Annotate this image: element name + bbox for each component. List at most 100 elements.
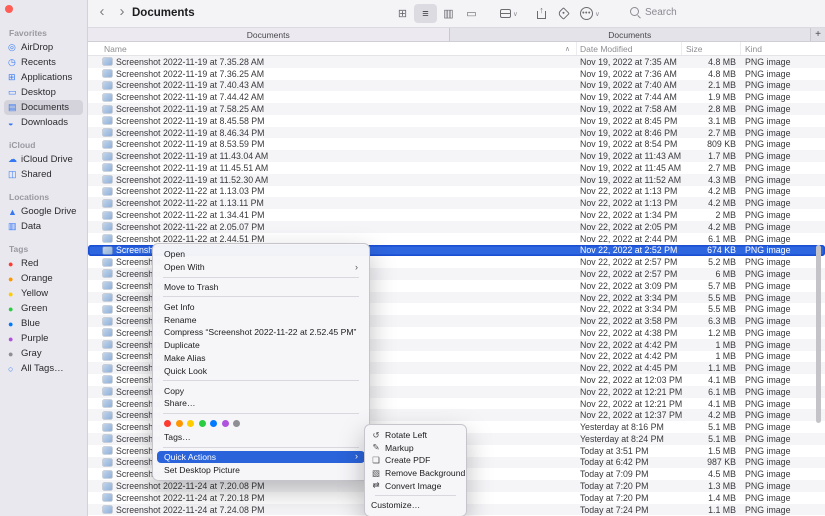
sidebar-item-green[interactable]: ●Green	[4, 301, 83, 316]
sidebar-item-label: Orange	[21, 273, 53, 284]
menu-item-quick-actions[interactable]: Quick Actions›	[157, 451, 365, 464]
file-kind: PNG image	[741, 234, 825, 244]
table-row[interactable]: Screenshot 2022-11-22 at 1.13.11 PMNov 2…	[88, 197, 825, 209]
tag-color-dot[interactable]	[210, 420, 217, 427]
sidebar-item-applications[interactable]: ⊞Applications	[4, 70, 83, 85]
traffic-light-close-button[interactable]	[5, 5, 13, 13]
menu-item-set-desktop-picture[interactable]: Set Desktop Picture	[157, 463, 365, 476]
sidebar-item-google-drive[interactable]: ▲Google Drive	[4, 204, 83, 219]
table-row[interactable]: Screenshot 2022-11-19 at 11.43.04 AMNov …	[88, 150, 825, 162]
column-header-date-modified[interactable]: Date Modified	[577, 42, 682, 55]
more-actions-button[interactable]: •••∨	[580, 4, 600, 23]
gallery-view-button[interactable]: ▭	[460, 4, 483, 23]
tag-color-dot[interactable]	[164, 420, 171, 427]
table-row[interactable]: Screenshot 2022-11-19 at 8.45.58 PMNov 1…	[88, 115, 825, 127]
search-field[interactable]: Search	[630, 7, 677, 18]
submenu-item-create-pdf[interactable]: ❏Create PDF	[365, 454, 466, 467]
submenu-item-markup[interactable]: ✎Markup	[365, 442, 466, 455]
sidebar-item-airdrop[interactable]: ◎AirDrop	[4, 40, 83, 55]
file-size: 4.8 MB	[682, 57, 741, 67]
sidebar-item-orange[interactable]: ●Orange	[4, 271, 83, 286]
menu-item-open-with[interactable]: Open With›	[157, 261, 365, 274]
sidebar-item-recents[interactable]: ◷Recents	[4, 55, 83, 70]
file-size: 674 KB	[682, 245, 741, 255]
sidebar-item-desktop[interactable]: ▭Desktop	[4, 85, 83, 100]
sidebar-item-purple[interactable]: ●Purple	[4, 331, 83, 346]
back-button[interactable]: ‹	[94, 3, 110, 20]
table-row[interactable]: Screenshot 2022-11-22 at 1.13.03 PMNov 2…	[88, 186, 825, 198]
tab-documents-1[interactable]: Documents	[88, 28, 450, 41]
table-row[interactable]: Screenshot 2022-11-19 at 8.46.34 PMNov 1…	[88, 127, 825, 139]
sidebar-item-yellow[interactable]: ●Yellow	[4, 286, 83, 301]
menu-item-open[interactable]: Open	[157, 248, 365, 261]
submenu-item-remove-background[interactable]: ▧Remove Background	[365, 467, 466, 480]
table-row[interactable]: Screenshot 2022-11-22 at 2.05.07 PMNov 2…	[88, 221, 825, 233]
menu-item-label: Compress “Screenshot 2022-11-22 at 2.52.…	[164, 327, 356, 337]
table-row[interactable]: Screenshot 2022-11-19 at 7.35.28 AMNov 1…	[88, 56, 825, 68]
menu-item-share[interactable]: Share…	[157, 397, 365, 410]
file-date-modified: Nov 19, 2022 at 11:43 AM	[577, 151, 682, 161]
table-row[interactable]: Screenshot 2022-11-19 at 7.58.25 AMNov 1…	[88, 103, 825, 115]
tab-documents-2[interactable]: Documents	[450, 28, 812, 41]
sidebar-item-gray[interactable]: ●Gray	[4, 346, 83, 361]
menu-item-tags[interactable]: Tags…	[157, 431, 365, 444]
tag-color-dot[interactable]	[199, 420, 206, 427]
sidebar-item-label: Gray	[21, 348, 42, 359]
column-view-button[interactable]: ▥	[437, 4, 460, 23]
menu-item-quick-look[interactable]: Quick Look	[157, 364, 365, 377]
submenu-item-convert-image[interactable]: ⇄Convert Image	[365, 479, 466, 492]
table-row[interactable]: Screenshot 2022-11-19 at 11.45.51 AMNov …	[88, 162, 825, 174]
icon-view-button[interactable]: ⊞	[391, 4, 414, 23]
file-thumbnail-icon	[103, 70, 112, 77]
group-by-button[interactable]: ∨	[500, 4, 518, 23]
sidebar-item-shared[interactable]: ◫Shared	[4, 167, 83, 182]
file-name-cell: Screenshot 2022-11-19 at 11.43.04 AM	[88, 151, 577, 161]
menu-item-get-info[interactable]: Get Info	[157, 300, 365, 313]
column-header-name[interactable]: Name ∧	[88, 42, 577, 55]
table-row[interactable]: Screenshot 2022-11-19 at 8.53.59 PMNov 1…	[88, 138, 825, 150]
new-tab-button[interactable]: +	[811, 28, 825, 41]
sidebar-item-data[interactable]: ▥Data	[4, 219, 83, 234]
file-size: 4.2 MB	[682, 222, 741, 232]
table-row[interactable]: Screenshot 2022-11-19 at 7.36.25 AMNov 1…	[88, 68, 825, 80]
file-size: 1.5 MB	[682, 446, 741, 456]
column-header-kind[interactable]: Kind	[741, 42, 825, 55]
tag-color-dot[interactable]	[176, 420, 183, 427]
tags-button[interactable]	[559, 4, 568, 23]
list-view-button[interactable]: ≡	[414, 4, 437, 23]
file-kind: PNG image	[741, 80, 825, 90]
submenu-item-rotate-left[interactable]: ↺Rotate Left	[365, 429, 466, 442]
share-button[interactable]	[536, 4, 547, 23]
sidebar-item-red[interactable]: ●Red	[4, 256, 83, 271]
table-row[interactable]: Screenshot 2022-11-19 at 11.52.30 AMNov …	[88, 174, 825, 186]
submenu-item-customize[interactable]: Customize…	[365, 499, 466, 512]
menu-item-compress-screenshot-2022-11-22-at-2-52-45-pm[interactable]: Compress “Screenshot 2022-11-22 at 2.52.…	[157, 326, 365, 339]
menu-tags-color-row[interactable]	[153, 417, 369, 431]
sidebar-section-title: Favorites	[0, 26, 87, 40]
file-size: 4.3 MB	[682, 175, 741, 185]
table-row[interactable]: Screenshot 2022-11-19 at 7.40.43 AMNov 1…	[88, 80, 825, 92]
forward-button[interactable]: ›	[114, 3, 130, 20]
table-row[interactable]: Screenshot 2022-11-22 at 1.34.41 PMNov 2…	[88, 209, 825, 221]
sidebar-item-blue[interactable]: ●Blue	[4, 316, 83, 331]
menu-item-make-alias[interactable]: Make Alias	[157, 352, 365, 365]
menu-item-rename[interactable]: Rename	[157, 313, 365, 326]
menu-item-move-to-trash[interactable]: Move to Trash	[157, 281, 365, 294]
sidebar-item-icloud-drive[interactable]: ☁iCloud Drive	[4, 152, 83, 167]
tag-color-dot[interactable]	[187, 420, 194, 427]
file-date-modified: Nov 22, 2022 at 4:42 PM	[577, 340, 682, 350]
menu-item-copy[interactable]: Copy	[157, 384, 365, 397]
vertical-scrollbar-thumb[interactable]	[816, 245, 821, 423]
column-header-size[interactable]: Size	[682, 42, 741, 55]
tag-color-dot[interactable]	[222, 420, 229, 427]
file-size: 4.2 MB	[682, 410, 741, 420]
tag-color-dot[interactable]	[233, 420, 240, 427]
sidebar-item-documents[interactable]: ▤Documents	[4, 100, 83, 115]
sidebar-item-downloads[interactable]: ◒Downloads	[4, 115, 83, 130]
share-icon	[536, 7, 547, 20]
file-thumbnail-icon	[103, 365, 112, 372]
sidebar-item-all-tags[interactable]: ○All Tags…	[4, 361, 83, 376]
table-row[interactable]: Screenshot 2022-11-19 at 7.44.42 AMNov 1…	[88, 91, 825, 103]
desktop-icon: ▭	[8, 87, 21, 98]
menu-item-duplicate[interactable]: Duplicate	[157, 339, 365, 352]
